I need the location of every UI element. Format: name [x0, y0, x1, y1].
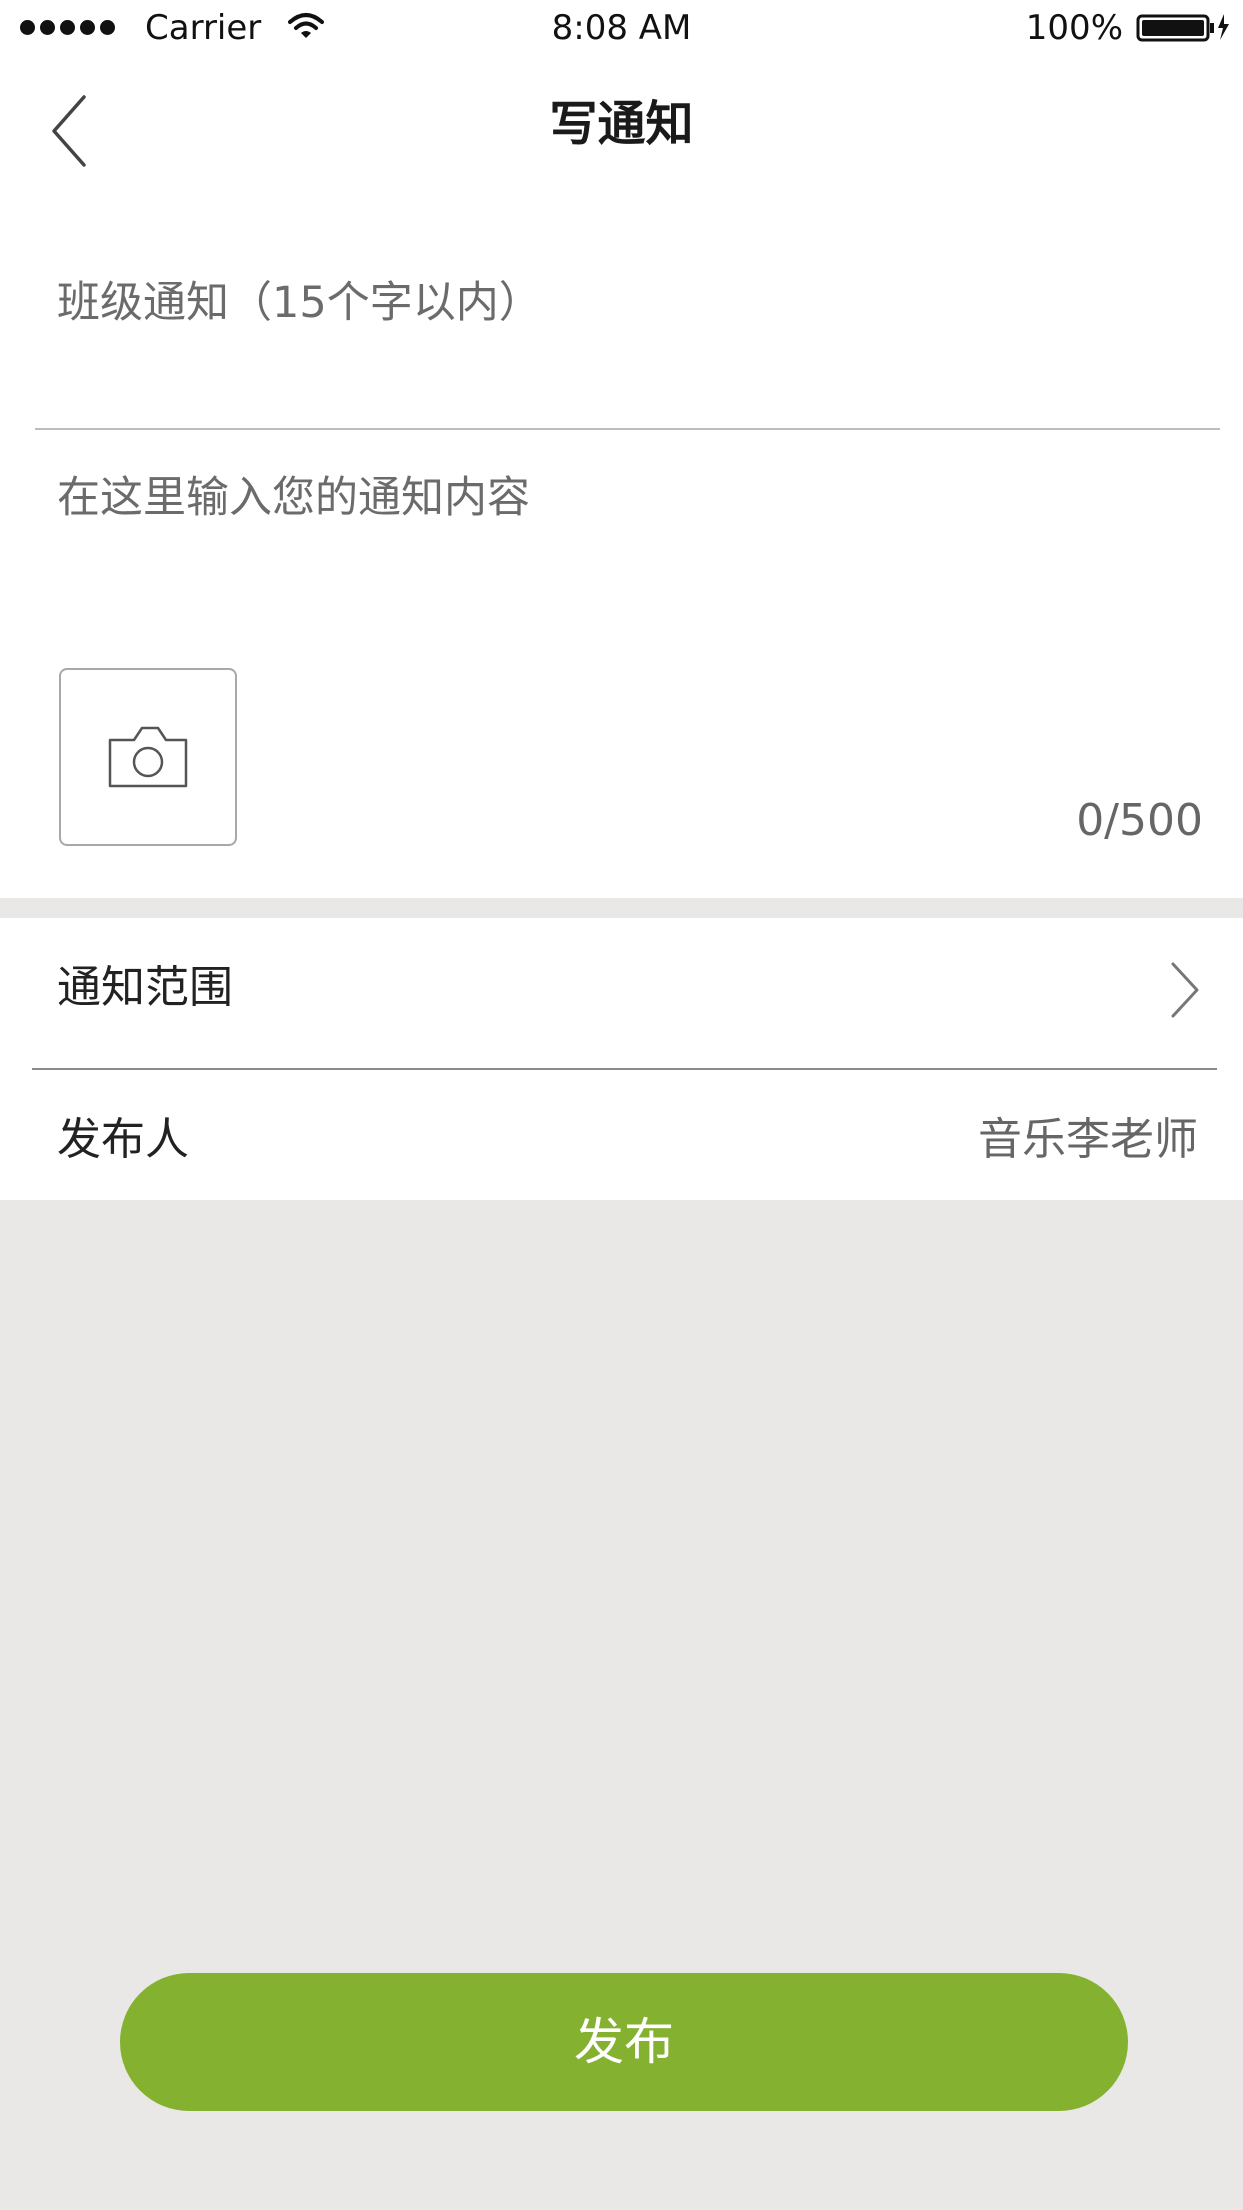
- camera-icon: [108, 726, 188, 788]
- notice-scope-label: 通知范围: [57, 962, 233, 1013]
- publisher-label: 发布人: [57, 1114, 189, 1165]
- page-title: 写通知: [549, 96, 694, 152]
- publisher-row: 发布人 音乐李老师: [0, 1070, 1243, 1210]
- notice-content-input[interactable]: [57, 468, 1197, 608]
- navigation-bar: 写通知: [0, 56, 1243, 196]
- status-bar: Carrier 8:08 AM 100%: [0, 0, 1243, 56]
- settings-list: 通知范围 发布人 音乐李老师: [0, 918, 1243, 1200]
- battery-percentage: 100%: [1025, 8, 1123, 48]
- publish-button[interactable]: 发布: [120, 1973, 1128, 2111]
- notice-title-input[interactable]: [57, 268, 1197, 338]
- character-counter: 0/500: [1076, 795, 1203, 846]
- battery-icon: [1136, 12, 1232, 46]
- publisher-value: 音乐李老师: [978, 1114, 1198, 1165]
- add-photo-button[interactable]: [59, 668, 237, 846]
- divider: [35, 428, 1220, 430]
- compose-panel: 0/500: [0, 196, 1243, 898]
- notice-scope-row[interactable]: 通知范围: [0, 918, 1243, 1070]
- chevron-right-icon: [1167, 960, 1203, 1024]
